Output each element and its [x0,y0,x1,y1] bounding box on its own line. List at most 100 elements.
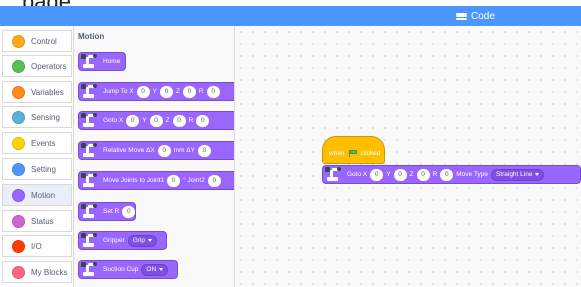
r-input[interactable]: 0 [440,168,454,181]
robot-arm-icon [81,262,100,277]
category-label: Events [31,138,56,148]
y-input[interactable]: 0 [159,85,173,98]
category-label: Variables [31,87,64,97]
code-tab-label: Code [471,10,495,22]
category-label: Sensing [31,112,60,122]
block-label: Home [103,58,121,65]
gripper-dropdown[interactable]: Grip [127,234,157,247]
sensing-dot-icon [12,110,25,124]
category-label: My Blocks [31,267,68,277]
robot-arm-icon [81,173,100,188]
x-input[interactable]: 0 [136,85,150,98]
z-label: Z [165,117,170,124]
robot-arm-icon [81,113,100,128]
robot-arm-icon [325,167,344,182]
y-input[interactable]: 0 [393,168,407,181]
category-operators[interactable]: Operators [2,55,72,77]
category-setting[interactable]: Setting [2,158,72,180]
category-sensing[interactable]: Sensing [2,106,72,128]
robot-arm-icon [81,204,100,219]
category-menu: Control Operators Variables Sensing Even… [0,26,74,287]
control-dot-icon [12,34,25,48]
unit-label: mm ΔY [173,147,195,154]
robot-arm-icon [81,84,100,99]
block-label: Set R [103,208,120,215]
suction-cup-dropdown[interactable]: ON [141,263,169,276]
z-input[interactable]: 0 [172,114,186,127]
block-label: Move Joints to Joint1 [103,177,165,184]
category-label: I/O [31,241,42,251]
category-label: Status [31,216,54,226]
dropdown-value: ON [146,266,157,273]
y-input[interactable]: 0 [149,114,163,127]
y-label: Y [152,88,157,95]
code-workspace[interactable] [235,26,581,287]
block-palette: Motion Home Jump To X 0 Y 0 Z 0 R 0 Goto… [74,26,235,287]
palette-title: Motion [78,32,105,41]
r-input[interactable]: 0 [122,205,135,218]
variables-dot-icon [12,85,25,99]
joint1-input[interactable]: 0 [167,174,181,187]
when-flag-clicked-block[interactable]: when clicked [322,136,385,164]
relative-move-block[interactable]: Relative Move ΔX 0 mm ΔY 0 [78,141,234,160]
z-label: Z [175,88,180,95]
io-dot-icon [12,239,25,253]
chevron-down-icon [535,173,540,176]
z-input[interactable]: 0 [182,85,196,98]
category-label: Setting [31,164,56,174]
code-tab[interactable]: Code [456,9,495,23]
joint2-input[interactable]: 0 [207,174,221,187]
x-input[interactable]: 0 [370,168,384,181]
status-dot-icon [12,214,25,228]
operators-dot-icon [12,59,25,73]
category-my-blocks[interactable]: My Blocks [2,261,72,283]
r-input[interactable]: 0 [196,114,210,127]
r-input[interactable]: 0 [206,85,220,98]
goto-block[interactable]: Goto X 0 Y 0 Z 0 R 0 [78,111,234,130]
chevron-down-icon [159,268,164,271]
category-motion[interactable]: Motion [2,184,72,206]
dropdown-value: Straight Line [495,171,533,178]
category-status[interactable]: Status [2,210,72,232]
category-label: Control [31,36,57,46]
move-joints-block[interactable]: Move Joints to Joint1 0 ° Joint2 0 [78,171,234,190]
move-type-label: Move Type [456,171,488,178]
robot-arm-icon [81,233,100,248]
category-io[interactable]: I/O [2,235,72,257]
code-icon [456,12,467,20]
gripper-block[interactable]: Gripper Grip [78,231,167,250]
robot-arm-icon [81,143,100,158]
set-r-block[interactable]: Set R 0 ° [78,202,136,221]
events-dot-icon [12,136,25,150]
setting-dot-icon [12,162,25,176]
r-label: R [188,117,194,124]
y-label: Y [142,117,147,124]
block-label: Goto X [347,171,368,178]
clicked-label: clicked [360,150,381,157]
move-type-dropdown[interactable]: Straight Line [490,168,545,181]
motion-dot-icon [12,188,25,202]
block-label: Goto X [103,117,124,124]
category-control[interactable]: Control [2,30,72,52]
when-label: when [329,150,345,157]
joint2-label: ° Joint2 [183,177,205,184]
dx-input[interactable]: 0 [157,144,171,157]
block-label: Jump To X [103,88,134,95]
home-block[interactable]: Home [78,52,126,71]
my-blocks-dot-icon [12,265,25,279]
z-label: Z [409,171,414,178]
x-input[interactable]: 0 [126,114,140,127]
robot-arm-icon [81,54,100,69]
category-variables[interactable]: Variables [2,81,72,103]
z-input[interactable]: 0 [416,168,430,181]
dropdown-value: Grip [132,237,145,244]
suction-cup-block[interactable]: Suction Cup ON [78,260,178,279]
category-events[interactable]: Events [2,132,72,154]
block-label: Suction Cup [103,266,139,273]
block-label: Gripper [103,237,125,244]
dy-input[interactable]: 0 [197,144,211,157]
r-label: R [432,171,438,178]
green-flag-icon [348,150,357,157]
jump-to-block[interactable]: Jump To X 0 Y 0 Z 0 R 0 [78,82,234,101]
workspace-goto-block[interactable]: Goto X 0 Y 0 Z 0 R 0 Move Type Straight … [322,165,581,184]
